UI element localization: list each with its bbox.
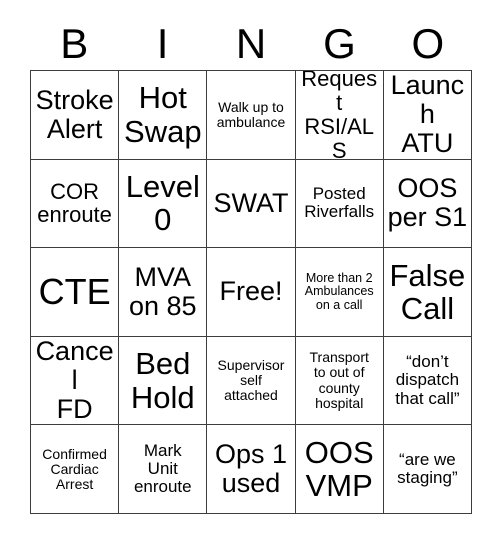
bingo-header-letter-n: N <box>235 20 267 67</box>
bingo-cell-label: COR enroute <box>37 178 112 228</box>
bingo-cell-label: OOS per S1 <box>387 173 468 233</box>
bingo-cell[interactable]: Launch ATU <box>383 71 472 160</box>
bingo-cell-label: Bed Hold <box>130 346 195 415</box>
bingo-cell[interactable]: COR enroute <box>31 159 120 249</box>
bingo-cell[interactable]: OOS per S1 <box>383 159 472 249</box>
bingo-cell-label: Hot Swap <box>124 80 202 149</box>
bingo-cell[interactable]: “are we staging” <box>383 425 472 514</box>
bingo-cell-label: Mark Unit enroute <box>133 440 192 497</box>
bingo-header-letter-g: G <box>323 20 356 67</box>
bingo-cell-label: False Call <box>389 257 466 326</box>
bingo-cell-label: “don’t dispatch that call” <box>395 352 460 408</box>
bingo-cell[interactable]: Mark Unit enroute <box>119 425 208 514</box>
bingo-cell-label: Request RSI/ALS <box>301 71 378 160</box>
bingo-cell[interactable]: Transport to out of county hospital <box>295 336 384 426</box>
bingo-cell[interactable]: SWAT <box>207 159 296 249</box>
bingo-cell[interactable]: Bed Hold <box>119 336 208 426</box>
bingo-cell[interactable]: Walk up to ambulance <box>207 71 296 160</box>
bingo-cell[interactable]: Stroke Alert <box>31 71 120 160</box>
bingo-cell-label: Supervisor self attached <box>217 356 285 404</box>
bingo-cell-label: Level 0 <box>125 168 200 238</box>
bingo-cell[interactable]: MVA on 85 <box>119 248 208 337</box>
bingo-header-row: B I N G O <box>30 18 472 70</box>
bingo-cell-label: Walk up to ambulance <box>216 98 286 130</box>
bingo-cell[interactable]: More than 2 Ambulances on a call <box>295 248 384 337</box>
bingo-cell-label: Posted Riverfalls <box>304 184 375 222</box>
bingo-cell-label: CTE <box>38 270 111 312</box>
bingo-cell[interactable]: Hot Swap <box>119 71 208 160</box>
bingo-cell-label: Cancel FD <box>35 336 114 425</box>
bingo-cell-label: Launch ATU <box>390 71 465 159</box>
bingo-header-letter-b: B <box>60 20 89 67</box>
bingo-cell[interactable]: CTE <box>31 248 120 337</box>
bingo-cell[interactable]: Confirmed Cardiac Arrest <box>31 425 120 514</box>
bingo-card: B I N G O Stroke Alert Hot Swap Walk up … <box>0 0 500 544</box>
bingo-cell[interactable]: Ops 1 used <box>207 425 296 514</box>
bingo-cell[interactable]: OOS VMP <box>295 425 384 514</box>
bingo-cell-free-space[interactable]: Free! <box>207 248 296 337</box>
bingo-cell-label: SWAT <box>213 187 289 218</box>
bingo-cell[interactable]: Supervisor self attached <box>207 336 296 426</box>
bingo-cell[interactable]: Level 0 <box>119 159 208 249</box>
bingo-cell[interactable]: Posted Riverfalls <box>295 159 384 249</box>
bingo-cell-label: MVA on 85 <box>129 261 197 321</box>
bingo-cell-label: Free! <box>219 276 283 307</box>
bingo-cell[interactable]: Request RSI/ALS <box>295 71 384 160</box>
bingo-cell-label: Confirmed Cardiac Arrest <box>42 445 107 492</box>
bingo-cell[interactable]: “don’t dispatch that call” <box>383 336 472 426</box>
bingo-cell-label: OOS VMP <box>304 434 374 504</box>
bingo-cell-label: “are we staging” <box>397 449 458 488</box>
bingo-cell-label: More than 2 Ambulances on a call <box>304 270 374 312</box>
bingo-cell[interactable]: False Call <box>383 248 472 337</box>
bingo-header-letter-o: O <box>411 20 445 67</box>
bingo-header-letter-i: I <box>156 20 169 67</box>
bingo-cell-label: Transport to out of county hospital <box>309 349 369 411</box>
bingo-cell[interactable]: Cancel FD <box>31 336 120 426</box>
bingo-cell-label: Stroke Alert <box>35 84 114 144</box>
bingo-cell-label: Ops 1 used <box>214 439 288 499</box>
bingo-grid: Stroke Alert Hot Swap Walk up to ambulan… <box>30 70 472 514</box>
